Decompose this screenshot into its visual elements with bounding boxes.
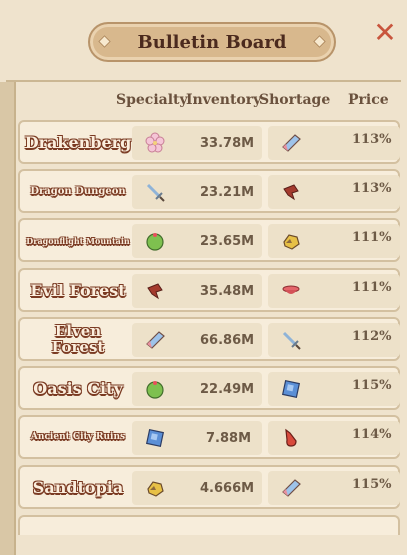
price-value: 112% [352,329,392,344]
specialty-cell: 22.49M [132,372,262,406]
red-claw-icon [285,428,297,447]
ore-icon [147,481,164,497]
town-list[interactable]: Drakenberg 33.78M 113% Dragon Dungeon 23… [18,120,401,535]
column-header-price: Price [348,92,389,108]
column-header-specialty: Specialty [116,92,188,108]
price-value: 114% [352,427,392,442]
title-banner: Bulletin Board [88,22,336,62]
cactus-icon [146,233,164,251]
town-name: Dragon Dungeon [30,185,126,197]
specialty-cell: 33.78M [132,126,262,160]
specialty-cell: 35.48M [132,274,262,308]
crystal-icon [146,331,165,349]
table-row[interactable]: Ancient City Ruins 7.88M 114% [18,415,400,459]
price-value: 113% [352,181,392,196]
town-name: Sandtopia [32,477,124,497]
inventory-value: 22.49M [200,382,255,397]
price-value: 115% [352,378,392,393]
crystal-icon [282,134,301,152]
dragon-head-icon [283,184,299,201]
table-row[interactable] [18,515,400,535]
flower-icon [145,132,165,153]
town-name: Drakenberg [24,132,132,152]
price-value: 111% [352,280,392,295]
cactus-icon [146,381,164,399]
table-row[interactable]: Drakenberg 33.78M 113% [18,120,400,164]
inventory-value: 7.88M [206,431,252,446]
table-row[interactable]: Evil Forest 35.48M 111% [18,268,400,312]
sword-icon [146,183,165,202]
price-value: 111% [352,230,392,245]
specialty-cell: 23.65M [132,224,262,258]
page-title: Bulletin Board [137,31,287,53]
inventory-value: 4.666M [200,481,255,496]
specialty-cell: 23.21M [132,175,262,209]
bowl-icon [282,285,300,294]
dragon-head-icon [147,283,163,300]
town-name: Dragonflight Mountain [26,235,130,246]
close-icon: ✕ [373,16,397,49]
table-row[interactable]: Dragonflight Mountain 23.65M 111% [18,218,400,262]
price-value: 113% [352,132,392,147]
table-row[interactable]: Sandtopia 4.666M 115% [18,465,400,509]
inventory-value: 33.78M [200,136,255,151]
table-row[interactable]: Dragon Dungeon 23.21M 113% [18,169,400,213]
table-row[interactable]: Elven Forest 66.86M 112% [18,317,400,361]
blue-gem-icon [281,379,301,399]
inventory-value: 66.86M [200,333,255,348]
inventory-value: 35.48M [200,284,255,299]
inventory-value: 23.21M [200,185,255,200]
sword-icon [282,331,301,350]
price-value: 115% [352,477,392,492]
ore-icon [283,234,300,250]
crystal-icon [282,479,301,497]
banner-ornament-right [313,35,326,48]
close-button[interactable]: ✕ [370,18,400,48]
table-row[interactable]: Oasis City 22.49M 115% [18,366,400,410]
town-name: Ancient City Ruins [30,432,126,443]
blue-gem-icon [145,428,165,448]
specialty-cell: 4.666M [132,471,262,505]
column-headers: Specialty Inventory Shortage Price [0,92,407,114]
town-name: Oasis City [33,378,123,398]
town-name: Elven Forest [51,322,105,356]
left-scroll-rail [0,82,16,555]
column-header-shortage: Shortage [259,92,331,108]
town-name: Evil Forest [30,280,126,300]
specialty-cell: 66.86M [132,323,262,357]
specialty-cell: 7.88M [132,421,262,455]
header-divider [6,80,401,82]
column-header-inventory: Inventory [186,92,262,108]
inventory-value: 23.65M [200,234,255,249]
banner-ornament-left [98,35,111,48]
